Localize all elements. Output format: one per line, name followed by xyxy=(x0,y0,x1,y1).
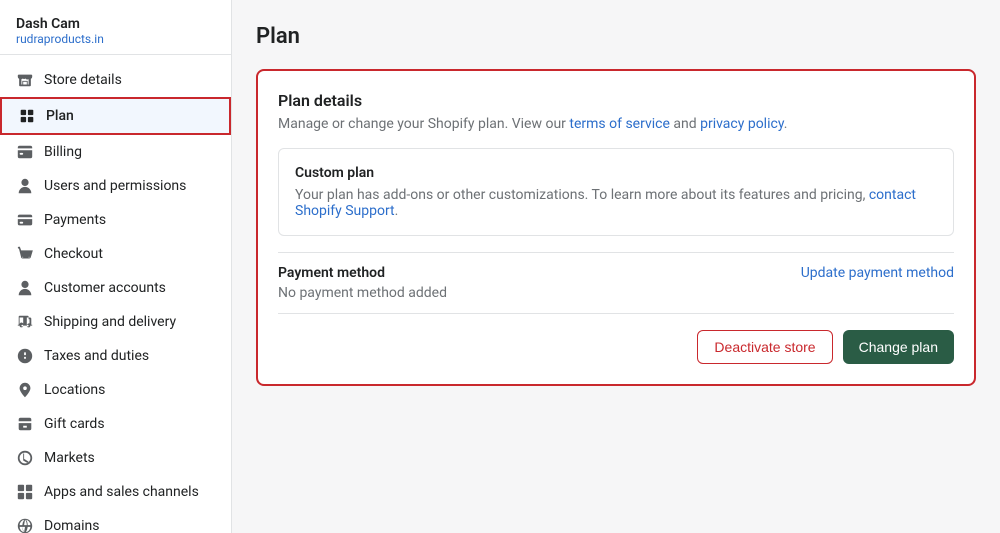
sidebar-item-label: Shipping and delivery xyxy=(44,314,176,330)
taxes-icon xyxy=(16,347,34,365)
sidebar: Dash Cam rudraproducts.in Store details … xyxy=(0,0,232,533)
plan-details-title: Plan details xyxy=(278,91,954,110)
sidebar-item-label: Customer accounts xyxy=(44,280,166,296)
store-icon xyxy=(16,71,34,89)
domains-icon xyxy=(16,517,34,533)
payment-method-label: Payment method xyxy=(278,265,447,281)
sidebar-item-payments[interactable]: Payments xyxy=(0,203,231,237)
sidebar-item-label: Locations xyxy=(44,382,105,398)
sidebar-item-domains[interactable]: Domains xyxy=(0,509,231,533)
custom-plan-desc-prefix: Your plan has add-ons or other customiza… xyxy=(295,187,869,203)
sidebar-item-label: Domains xyxy=(44,518,99,533)
sidebar-item-plan[interactable]: Plan xyxy=(0,97,231,135)
sidebar-item-label: Store details xyxy=(44,72,122,88)
billing-icon xyxy=(16,143,34,161)
payment-method-value: No payment method added xyxy=(278,285,447,301)
sidebar-header: Dash Cam rudraproducts.in xyxy=(0,0,231,55)
users-icon xyxy=(16,177,34,195)
main-content: Plan Plan details Manage or change your … xyxy=(232,0,1000,533)
locations-icon xyxy=(16,381,34,399)
sidebar-item-apps-and-sales-channels[interactable]: Apps and sales channels xyxy=(0,475,231,509)
sidebar-item-checkout[interactable]: Checkout xyxy=(0,237,231,271)
shipping-icon xyxy=(16,313,34,331)
store-name: Dash Cam xyxy=(16,16,215,32)
privacy-policy-link[interactable]: privacy policy xyxy=(700,116,784,132)
sidebar-item-label: Plan xyxy=(46,108,74,124)
sidebar-item-label: Taxes and duties xyxy=(44,348,149,364)
plan-details-desc-suffix: . xyxy=(784,116,788,132)
gift-cards-icon xyxy=(16,415,34,433)
sidebar-item-taxes-and-duties[interactable]: Taxes and duties xyxy=(0,339,231,373)
apps-icon xyxy=(16,483,34,501)
plan-icon xyxy=(18,107,36,125)
sidebar-item-locations[interactable]: Locations xyxy=(0,373,231,407)
sidebar-item-store-details[interactable]: Store details xyxy=(0,63,231,97)
payment-method-section: Payment method No payment method added U… xyxy=(278,252,954,314)
card-actions: Deactivate store Change plan xyxy=(278,330,954,364)
plan-details-desc-prefix: Manage or change your Shopify plan. View… xyxy=(278,116,569,132)
custom-plan-title: Custom plan xyxy=(295,165,937,181)
custom-plan-desc-suffix: . xyxy=(395,203,399,219)
sidebar-item-label: Users and permissions xyxy=(44,178,186,194)
sidebar-item-markets[interactable]: Markets xyxy=(0,441,231,475)
customer-accounts-icon xyxy=(16,279,34,297)
markets-icon xyxy=(16,449,34,467)
terms-of-service-link[interactable]: terms of service xyxy=(569,116,670,132)
sidebar-item-shipping-and-delivery[interactable]: Shipping and delivery xyxy=(0,305,231,339)
sidebar-item-label: Payments xyxy=(44,212,106,228)
sidebar-item-billing[interactable]: Billing xyxy=(0,135,231,169)
custom-plan-description: Your plan has add-ons or other customiza… xyxy=(295,187,937,219)
sidebar-item-label: Billing xyxy=(44,144,82,160)
store-url: rudraproducts.in xyxy=(16,32,215,46)
change-plan-button[interactable]: Change plan xyxy=(843,330,954,364)
sidebar-item-gift-cards[interactable]: Gift cards xyxy=(0,407,231,441)
page-title: Plan xyxy=(256,24,976,49)
plan-details-desc-middle: and xyxy=(670,116,700,132)
sidebar-item-users-and-permissions[interactable]: Users and permissions xyxy=(0,169,231,203)
custom-plan-box: Custom plan Your plan has add-ons or oth… xyxy=(278,148,954,236)
sidebar-item-label: Checkout xyxy=(44,246,103,262)
update-payment-method-link[interactable]: Update payment method xyxy=(801,265,954,281)
sidebar-item-customer-accounts[interactable]: Customer accounts xyxy=(0,271,231,305)
plan-details-description: Manage or change your Shopify plan. View… xyxy=(278,116,954,132)
checkout-icon xyxy=(16,245,34,263)
sidebar-item-label: Gift cards xyxy=(44,416,105,432)
deactivate-store-button[interactable]: Deactivate store xyxy=(697,330,832,364)
payment-method-left: Payment method No payment method added xyxy=(278,265,447,301)
plan-card: Plan details Manage or change your Shopi… xyxy=(256,69,976,386)
sidebar-nav: Store details Plan Billing Users and per… xyxy=(0,55,231,533)
sidebar-item-label: Markets xyxy=(44,450,95,466)
sidebar-item-label: Apps and sales channels xyxy=(44,484,199,500)
payments-icon xyxy=(16,211,34,229)
